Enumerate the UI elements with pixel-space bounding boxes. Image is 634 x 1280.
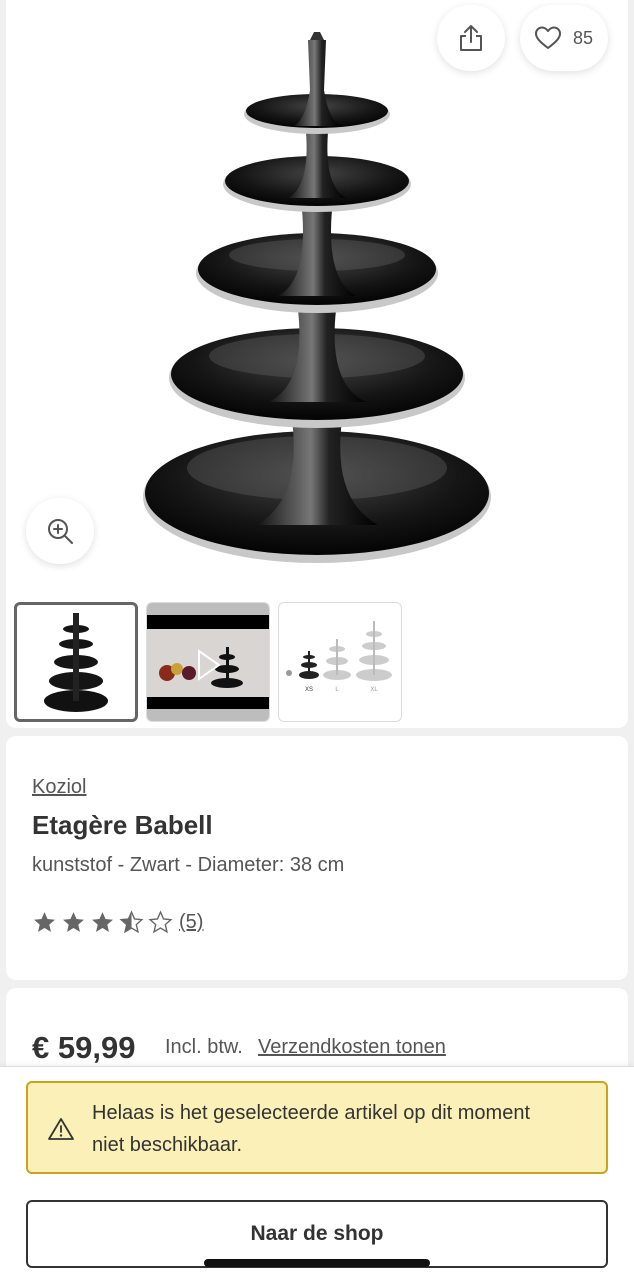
share-button[interactable] (437, 5, 505, 71)
size-label-xl: XL (370, 687, 378, 693)
go-to-shop-button[interactable]: Naar de shop (26, 1200, 608, 1268)
vat-note: Incl. btw. (165, 1036, 243, 1058)
product-gallery: 85 XS L XL (6, 0, 628, 728)
size-label-l: L (335, 687, 339, 693)
share-icon (460, 25, 482, 51)
heart-icon (534, 26, 561, 49)
shipping-costs-link[interactable]: Verzendkosten tonen (258, 1036, 446, 1059)
notice-text: Helaas is het geselecteerde artikel op d… (92, 1102, 531, 1156)
review-count-link[interactable]: (5) (179, 911, 203, 934)
star-half-icon (119, 910, 144, 934)
brand-link[interactable]: Koziol (32, 776, 86, 799)
product-page: 85 XS L XL Koziol Etagère Babell kunstst… (0, 0, 634, 1280)
product-info: Koziol Etagère Babell kunststof - Zwart … (6, 736, 628, 980)
star-full-icon (63, 912, 84, 932)
price: € 59,99 (32, 1030, 136, 1065)
star-empty-icon (148, 910, 173, 934)
thumbnail-strip: XS L XL (14, 602, 402, 722)
thumbnail-size-overview[interactable]: XS L XL (278, 602, 402, 722)
star-full-icon (92, 912, 113, 932)
favorite-count: 85 (572, 27, 594, 48)
zoom-button[interactable] (26, 498, 94, 564)
thumbnail-etagere-image (44, 613, 108, 712)
zoom-in-icon (48, 519, 73, 544)
favorite-button[interactable]: 85 (520, 5, 608, 71)
home-indicator (204, 1259, 430, 1267)
etagere-illustration (143, 32, 491, 563)
size-label-xs: XS (305, 687, 313, 693)
thumbnail-product-photo[interactable] (14, 602, 138, 722)
product-subtitle: kunststof - Zwart - Diameter: 38 cm (32, 854, 345, 876)
thumbnail-sizes-image: XS L XL (286, 621, 392, 693)
thumbnail-product-video[interactable] (146, 602, 270, 722)
product-image[interactable] (6, 0, 628, 590)
rating[interactable]: (5) (32, 910, 203, 935)
unavailable-notice: Helaas is het geselecteerde artikel op d… (26, 1081, 608, 1174)
bottom-action-sheet: Helaas is het geselecteerde artikel op d… (0, 1066, 634, 1280)
star-full-icon (34, 912, 55, 932)
thumbnail-video-image (147, 603, 269, 721)
warning-icon (48, 1118, 74, 1140)
product-title: Etagère Babell (32, 810, 213, 840)
